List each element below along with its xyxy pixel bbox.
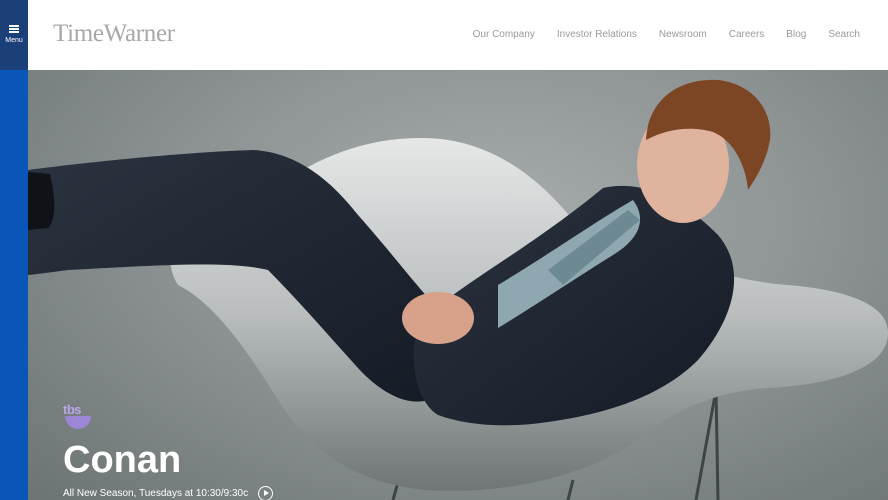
nav-investor-relations[interactable]: Investor Relations	[557, 29, 637, 40]
nav-search[interactable]: Search	[828, 29, 860, 40]
menu-label: Menu	[5, 37, 23, 44]
play-icon[interactable]	[258, 486, 274, 500]
site-header: TimeWarner Our Company Investor Relation…	[28, 0, 888, 70]
tbs-logo-text: tbs	[63, 402, 82, 417]
menu-button[interactable]: Menu	[0, 0, 28, 70]
nav-blog[interactable]: Blog	[786, 29, 806, 40]
timewarner-logo[interactable]: TimeWarner	[53, 20, 175, 48]
show-title: Conan	[63, 439, 182, 481]
nav-our-company[interactable]: Our Company	[473, 29, 535, 40]
left-rail: Menu	[0, 0, 28, 500]
hamburger-icon	[9, 25, 19, 33]
show-subtitle-row: All New Season, Tuesdays at 10:30/9:30c	[63, 486, 274, 500]
hero-banner[interactable]: tbs Conan All New Season, Tuesdays at 10…	[28, 70, 888, 500]
nav-newsroom[interactable]: Newsroom	[659, 29, 707, 40]
tbs-logo: tbs	[63, 402, 93, 432]
shoe	[28, 172, 55, 230]
tbs-smile-shape	[65, 416, 91, 429]
hero-caption: tbs Conan All New Season, Tuesdays at 10…	[63, 402, 274, 500]
show-subtitle: All New Season, Tuesdays at 10:30/9:30c	[63, 488, 249, 499]
main-nav: Our Company Investor Relations Newsroom …	[473, 29, 860, 40]
hands	[402, 292, 474, 344]
nav-careers[interactable]: Careers	[729, 29, 765, 40]
